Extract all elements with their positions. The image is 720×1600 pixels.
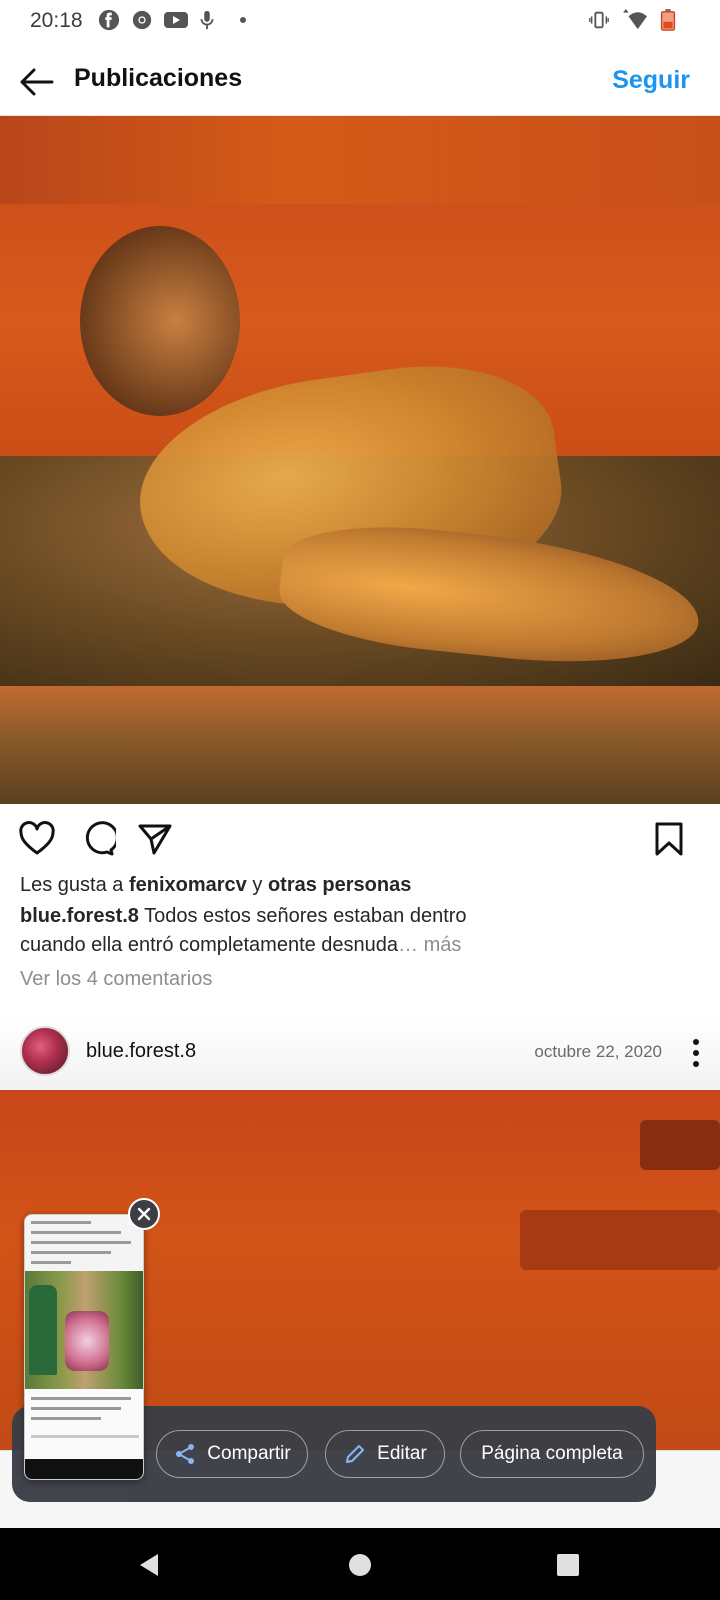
share-label: Compartir — [207, 1443, 291, 1464]
wifi-icon — [623, 9, 647, 30]
view-comments-link[interactable]: Ver los 4 comentarios — [20, 968, 212, 991]
share-icon[interactable] — [136, 820, 174, 858]
edit-label: Editar — [377, 1443, 427, 1464]
status-time: 20:18 — [30, 9, 83, 32]
image-shadow — [640, 1120, 720, 1170]
page-title: Publicaciones — [74, 64, 243, 92]
battery-icon — [660, 9, 676, 31]
post-date: octubre 22, 2020 — [534, 1042, 662, 1061]
screenshot-thumbnail[interactable] — [24, 1214, 144, 1480]
more-options-icon[interactable] — [690, 1038, 702, 1068]
likes-text[interactable]: Les gusta a fenixomarcv y otras personas — [20, 874, 411, 897]
caption-ellipsis: … — [398, 934, 424, 956]
post-actions — [0, 804, 720, 874]
likes-joiner: y — [246, 874, 268, 896]
thumb-line — [31, 1251, 111, 1254]
thumb-line — [31, 1241, 131, 1244]
follow-button[interactable]: Seguir — [612, 66, 690, 95]
nav-recents-icon[interactable] — [557, 1554, 579, 1576]
post-username[interactable]: blue.forest.8 — [86, 1040, 196, 1063]
thumb-line — [31, 1435, 139, 1438]
dot-icon — [240, 17, 246, 23]
post-image[interactable] — [0, 116, 720, 804]
thumb-line — [31, 1407, 121, 1410]
vibrate-icon — [589, 11, 609, 29]
thumb-line — [31, 1397, 131, 1400]
next-post-header: blue.forest.8 octubre 22, 2020 — [0, 1016, 720, 1090]
avatar[interactable] — [20, 1026, 70, 1076]
mic-icon — [200, 10, 214, 30]
close-thumbnail-button[interactable] — [128, 1198, 160, 1230]
post-caption: blue.forest.8 Todos estos señores estaba… — [20, 902, 520, 960]
thumb-header — [25, 1215, 143, 1271]
heart-icon[interactable] — [18, 820, 56, 858]
liked-by-user[interactable]: fenixomarcv — [129, 874, 247, 896]
nav-home-icon[interactable] — [349, 1554, 371, 1576]
youtube-icon — [164, 12, 188, 28]
more-link[interactable]: más — [424, 934, 462, 956]
chrome-icon — [132, 10, 152, 30]
edit-screenshot-button[interactable]: Editar — [325, 1430, 445, 1478]
likes-prefix: Les gusta a — [20, 874, 129, 896]
arrow-left-icon[interactable] — [16, 62, 56, 102]
nav-back-icon[interactable] — [136, 1552, 162, 1578]
likes-others[interactable]: otras personas — [268, 874, 411, 896]
bookmark-icon[interactable] — [650, 820, 688, 858]
comment-icon[interactable] — [78, 820, 116, 858]
thumb-navbar — [25, 1459, 143, 1479]
image-figure-head — [80, 226, 240, 416]
thumb-line — [31, 1417, 101, 1420]
top-app-bar: Publicaciones Seguir — [0, 42, 720, 116]
thumb-bottle — [29, 1285, 57, 1375]
image-top-strip — [0, 116, 720, 204]
pencil-icon — [346, 1445, 365, 1463]
thumb-line — [31, 1261, 71, 1264]
thumb-jar — [65, 1311, 109, 1371]
thumb-line — [31, 1221, 91, 1224]
facebook-icon — [98, 9, 120, 31]
caption-username[interactable]: blue.forest.8 — [20, 905, 139, 927]
close-icon — [137, 1207, 151, 1221]
thumb-lower — [25, 1389, 143, 1459]
full-page-label: Página completa — [481, 1443, 623, 1464]
thumb-line — [31, 1231, 121, 1234]
share-nodes-icon — [176, 1444, 195, 1464]
share-screenshot-button[interactable]: Compartir — [156, 1430, 308, 1478]
image-bottom-strip — [0, 686, 720, 804]
full-page-button[interactable]: Página completa — [460, 1430, 644, 1478]
status-bar: 20:18 — [0, 0, 720, 42]
system-nav-bar — [0, 1528, 720, 1600]
image-shadow — [520, 1210, 720, 1270]
